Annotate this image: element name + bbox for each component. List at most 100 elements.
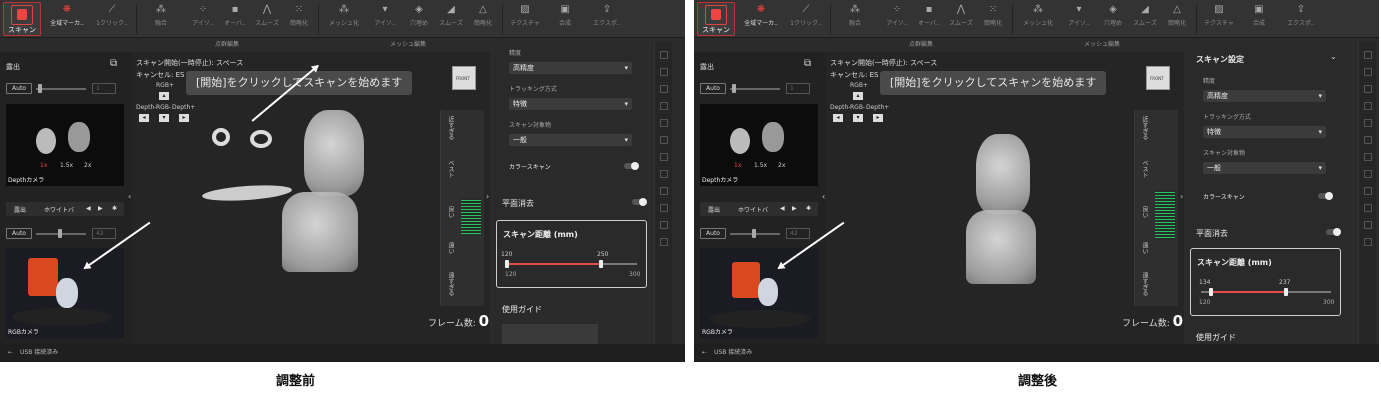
- depth-minus-button[interactable]: ◂: [139, 114, 149, 122]
- tool-icon[interactable]: [659, 153, 668, 161]
- tab-white-balance[interactable]: ホワイトバ: [44, 205, 74, 214]
- zoom-1x[interactable]: 1x: [734, 162, 741, 169]
- distance-low-knob[interactable]: [1209, 288, 1214, 296]
- zoom-2x[interactable]: 2x: [84, 162, 91, 169]
- one-click-button[interactable]: ⟋ 1クリック..: [786, 2, 826, 32]
- global-marker-button[interactable]: ❋ 全域マーカ..: [46, 2, 88, 32]
- tool-icon[interactable]: [1363, 221, 1372, 229]
- auto-exposure-button[interactable]: Auto: [700, 83, 726, 94]
- collapse-left-icon[interactable]: ‹: [128, 192, 131, 201]
- depth-exposure-slider[interactable]: [730, 88, 780, 90]
- zoom-2x[interactable]: 2x: [778, 162, 785, 169]
- smooth-button[interactable]: ⋀ スムーズ: [946, 2, 976, 32]
- auto-exposure-button[interactable]: Auto: [6, 83, 32, 94]
- fill-hole-button[interactable]: ◈ 穴埋め: [1098, 2, 1128, 32]
- mesh-isolate-button[interactable]: ▾ アイソ..: [1064, 2, 1094, 32]
- meshing-button[interactable]: ⁂ メッシュ化: [1018, 2, 1058, 32]
- plane-removal-toggle[interactable]: [1326, 228, 1341, 236]
- tool-icon[interactable]: [659, 238, 668, 246]
- export-button[interactable]: ⇪ エクスポ..: [1280, 2, 1322, 32]
- tool-icon[interactable]: [1363, 51, 1372, 59]
- tracking-select[interactable]: 特徴: [509, 98, 632, 110]
- smooth-button[interactable]: ⋀ スムーズ: [252, 2, 282, 32]
- overlap-button[interactable]: ▪ オーバ..: [220, 2, 250, 32]
- axis-gizmo[interactable]: FRONT: [1146, 66, 1170, 90]
- collapse-section-icon[interactable]: ⌄: [1330, 52, 1337, 61]
- tool-icon[interactable]: [1363, 119, 1372, 127]
- bright-icon[interactable]: ✱: [112, 205, 117, 212]
- tab-exposure[interactable]: 露出: [708, 205, 720, 214]
- meshing-button[interactable]: ⁂ メッシュ化: [324, 2, 364, 32]
- slider-knob[interactable]: [752, 229, 756, 238]
- fuse-button[interactable]: ⁂ 融合: [840, 2, 870, 32]
- depth-plus-button[interactable]: ▸: [873, 114, 883, 122]
- rgb-minus-button[interactable]: ▾: [159, 114, 169, 122]
- mesh-smooth-button[interactable]: ◢ スムーズ: [436, 2, 466, 32]
- tool-icon[interactable]: [659, 119, 668, 127]
- scan-button[interactable]: スキャン: [697, 2, 735, 36]
- slider-knob[interactable]: [38, 84, 42, 93]
- tool-icon[interactable]: [1363, 136, 1372, 144]
- tab-prev-icon[interactable]: ◀: [86, 205, 91, 212]
- auto-rgb-button[interactable]: Auto: [700, 228, 726, 239]
- fuse-button[interactable]: ⁂ 融合: [146, 2, 176, 32]
- mesh-simplify-button[interactable]: △ 簡略化: [1162, 2, 1192, 32]
- merge-button[interactable]: ▣ 合成: [1244, 2, 1274, 32]
- mesh-isolate-button[interactable]: ▾ アイソ..: [370, 2, 400, 32]
- tracking-select[interactable]: 特徴: [1203, 126, 1326, 138]
- tool-icon[interactable]: [659, 51, 668, 59]
- simplify-button[interactable]: ⁙ 簡略化: [284, 2, 314, 32]
- one-click-button[interactable]: ⟋ 1クリック..: [92, 2, 132, 32]
- slider-knob[interactable]: [732, 84, 736, 93]
- tool-icon[interactable]: [1363, 68, 1372, 76]
- zoom-1x[interactable]: 1x: [40, 162, 47, 169]
- tool-icon[interactable]: [659, 170, 668, 178]
- tool-icon[interactable]: [659, 85, 668, 93]
- simplify-button[interactable]: ⁙ 簡略化: [978, 2, 1008, 32]
- rgb-exposure-value[interactable]: 42: [786, 228, 810, 239]
- tab-next-icon[interactable]: ▶: [98, 205, 103, 212]
- rgb-plus-button[interactable]: ▴: [853, 92, 863, 100]
- fill-hole-button[interactable]: ◈ 穴埋め: [404, 2, 434, 32]
- zoom-1-5x[interactable]: 1.5x: [60, 162, 73, 169]
- tool-icon[interactable]: [659, 68, 668, 76]
- auto-rgb-button[interactable]: Auto: [6, 228, 32, 239]
- color-scan-toggle[interactable]: [624, 162, 639, 170]
- popout-icon[interactable]: ⧉: [804, 58, 811, 69]
- tab-exposure[interactable]: 露出: [14, 205, 26, 214]
- distance-high-knob[interactable]: [1283, 288, 1288, 296]
- mesh-simplify-button[interactable]: △ 簡略化: [468, 2, 498, 32]
- plane-removal-toggle[interactable]: [632, 198, 647, 206]
- usage-guide-media[interactable]: [502, 324, 598, 344]
- 3d-viewport[interactable]: スキャン開始(一時停止): スペース キャンセル: ES [開始]をクリックして…: [826, 52, 1184, 344]
- tool-icon[interactable]: [1363, 153, 1372, 161]
- bright-icon[interactable]: ✱: [806, 205, 811, 212]
- scan-button[interactable]: スキャン: [3, 2, 41, 36]
- target-select[interactable]: 一般: [1203, 162, 1326, 174]
- mesh-smooth-button[interactable]: ◢ スムーズ: [1130, 2, 1160, 32]
- tool-icon[interactable]: [1363, 204, 1372, 212]
- popout-icon[interactable]: ⧉: [110, 58, 117, 69]
- tool-icon[interactable]: [659, 136, 668, 144]
- distance-slider[interactable]: [505, 260, 637, 268]
- tool-icon[interactable]: [659, 221, 668, 229]
- tab-white-balance[interactable]: ホワイトバ: [738, 205, 768, 214]
- isolate-button[interactable]: ⁘ アイソ..: [188, 2, 218, 32]
- target-select[interactable]: 一般: [509, 134, 632, 146]
- rgb-plus-button[interactable]: ▴: [159, 92, 169, 100]
- collapse-left-icon[interactable]: ‹: [822, 192, 825, 201]
- tool-icon[interactable]: [659, 187, 668, 195]
- collapse-right-icon[interactable]: ›: [1180, 192, 1183, 201]
- precision-select[interactable]: 高精度: [1203, 90, 1326, 102]
- collapse-right-icon[interactable]: ›: [486, 192, 489, 201]
- tool-icon[interactable]: [1363, 170, 1372, 178]
- depth-exposure-value[interactable]: 1: [786, 83, 810, 94]
- depth-exposure-slider[interactable]: [36, 88, 86, 90]
- overlap-button[interactable]: ▪ オーバ..: [914, 2, 944, 32]
- tool-icon[interactable]: [1363, 187, 1372, 195]
- distance-slider[interactable]: [1201, 288, 1331, 296]
- slider-knob[interactable]: [58, 229, 62, 238]
- export-button[interactable]: ⇪ エクスポ..: [586, 2, 628, 32]
- depth-exposure-value[interactable]: 1: [92, 83, 116, 94]
- tool-icon[interactable]: [659, 204, 668, 212]
